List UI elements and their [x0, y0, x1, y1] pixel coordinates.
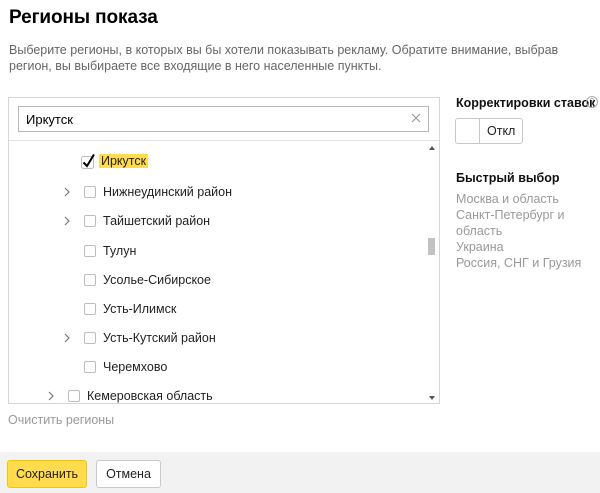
quick-select-item[interactable]: Россия, СНГ и Грузия: [456, 255, 596, 271]
cancel-button[interactable]: Отмена: [96, 460, 161, 488]
tree-item-tayshetsky[interactable]: Тайшетский район: [62, 210, 210, 232]
scroll-down-icon[interactable]: [429, 396, 435, 400]
toggle-label: Откл: [487, 124, 516, 138]
chevron-right-icon[interactable]: [62, 216, 72, 226]
bid-adjustments-heading: Корректировки ставок: [456, 96, 596, 110]
tree-item-kemerovo[interactable]: Кемеровская область: [46, 385, 213, 407]
tree-item-label: Черемхово: [103, 360, 168, 374]
dialog-footer: Сохранить Отмена: [0, 452, 600, 493]
region-search-input[interactable]: [19, 107, 411, 131]
tree-scrollbar[interactable]: [427, 144, 437, 402]
quick-select-item[interactable]: Москва и область: [456, 191, 596, 207]
checkbox[interactable]: [84, 361, 96, 373]
tree-item-usolye[interactable]: Усолье-Сибирское: [84, 269, 211, 291]
tree-item-tulun[interactable]: Тулун: [84, 240, 136, 262]
checkbox[interactable]: [68, 390, 80, 402]
checkbox[interactable]: [84, 245, 96, 257]
close-icon[interactable]: [409, 111, 423, 125]
tree-item-label: Усолье-Сибирское: [103, 273, 211, 287]
quick-select-item[interactable]: Санкт-Петербург и область: [456, 207, 596, 239]
tree-item-cheremkhovo[interactable]: Черемхово: [84, 356, 167, 378]
checkbox[interactable]: [84, 332, 96, 344]
scroll-up-icon[interactable]: [429, 146, 435, 150]
tree-item-irkutsk[interactable]: Иркутск: [81, 150, 149, 172]
page-description: Выберите регионы, в которых вы бы хотели…: [9, 43, 559, 73]
region-tree-panel: Иркутск Нижнеудинский район Тайшетский р…: [8, 97, 440, 404]
checkbox[interactable]: [84, 215, 96, 227]
quick-select-heading: Быстрый выбор: [456, 171, 560, 185]
scrollbar-thumb[interactable]: [428, 238, 435, 255]
page-title: Регионы показа: [9, 7, 158, 28]
search-divider: [9, 140, 439, 141]
tree-item-nizhneudinsky[interactable]: Нижнеудинский район: [62, 181, 232, 203]
tree-item-label: Кемеровская область: [87, 389, 213, 403]
tree-item-label: Усть-Илимск: [103, 302, 177, 316]
checkbox-checked[interactable]: [81, 153, 95, 169]
save-button[interactable]: Сохранить: [7, 460, 87, 488]
tree-item-label: Иркутск: [99, 154, 149, 168]
chevron-right-icon[interactable]: [62, 333, 72, 343]
tree-item-label: Тулун: [103, 244, 137, 258]
tree-item-label: Усть-Кутский район: [103, 331, 216, 345]
checkbox[interactable]: [84, 186, 96, 198]
toggle-knob[interactable]: [456, 119, 480, 143]
quick-select-item[interactable]: Украина: [456, 239, 596, 255]
clear-regions-link[interactable]: Очистить регионы: [8, 413, 114, 427]
help-icon[interactable]: ?: [586, 96, 598, 108]
checkbox[interactable]: [84, 274, 96, 286]
tree-item-label: Нижнеудинский район: [103, 185, 232, 199]
quick-select-list: Москва и область Санкт-Петербург и облас…: [456, 191, 596, 271]
chevron-right-icon[interactable]: [46, 391, 56, 401]
checkbox[interactable]: [84, 303, 96, 315]
region-search-field[interactable]: [18, 106, 429, 132]
tree-item-ust-kutsky[interactable]: Усть-Кутский район: [62, 327, 216, 349]
bid-adjustments-toggle[interactable]: Откл: [455, 118, 523, 144]
tree-item-ust-ilimsk[interactable]: Усть-Илимск: [84, 298, 176, 320]
tree-item-label: Тайшетский район: [103, 214, 211, 228]
chevron-right-icon[interactable]: [62, 187, 72, 197]
